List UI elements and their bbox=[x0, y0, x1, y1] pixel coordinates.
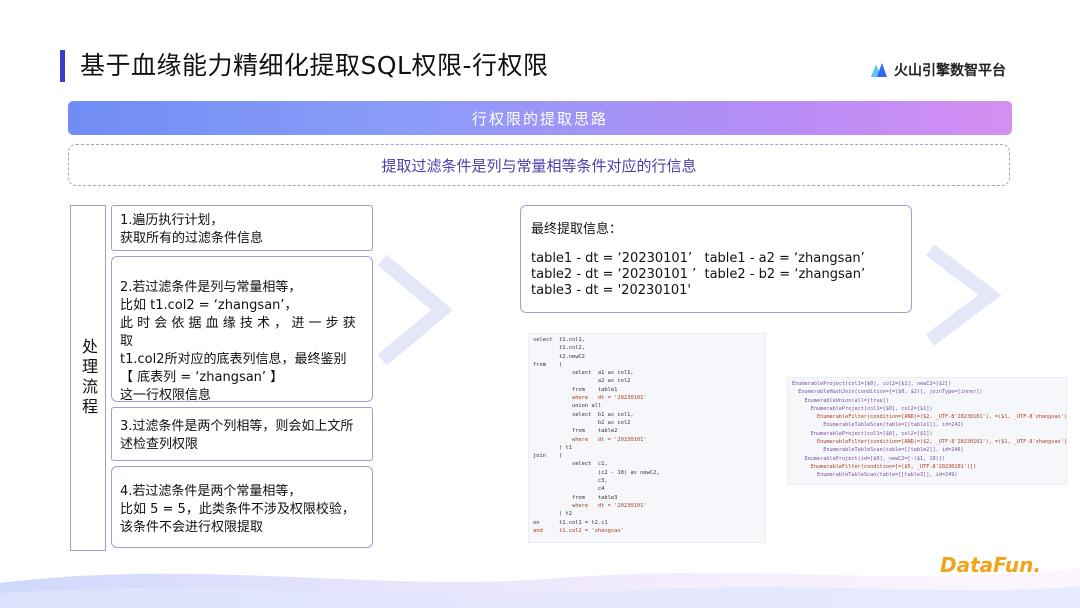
plan-code-line: EnumerableHashJoin(condition=[=($0, $2)]… bbox=[792, 389, 983, 396]
sql-code-line: c4 bbox=[533, 486, 605, 493]
sql-code-block: select t1.col1, t1.col2, t2.newC2 from ( … bbox=[528, 333, 766, 543]
chevron-decoration-left bbox=[377, 254, 453, 366]
sql-code-line: union all bbox=[533, 403, 602, 410]
chevron-decoration-right bbox=[925, 244, 1002, 346]
plan-code-line: EnumerableUnion(all=[true]) bbox=[792, 397, 889, 404]
plan-code-line: EnumerableFilter(condition=[AND(=($2, _U… bbox=[792, 414, 1067, 421]
bottom-wave-decoration bbox=[0, 568, 1080, 608]
plan-code-line: EnumerableProject(col1=[$0], col2=[$1]) bbox=[792, 430, 933, 437]
sql-code-line: (c2 - 10) as newC2, bbox=[533, 469, 660, 476]
volcano-logo-icon bbox=[871, 63, 887, 77]
process-step-4: 4.若过滤条件是两个常量相等， 比如 5 = 5，此类条件不涉及权限校验， 该条… bbox=[111, 466, 373, 548]
final-info-line-2: table2 - dt = ‘20230101 ’ table2 - b2 = … bbox=[531, 267, 866, 282]
sql-code-line: and t1.col2 = 'zhangsan' bbox=[533, 527, 624, 534]
plan-code-line: EnumerableTableScan(table=[[table1]], id… bbox=[792, 422, 964, 429]
sql-code-line: select c1, bbox=[533, 461, 608, 468]
sql-code-line: t1.col2, bbox=[533, 345, 585, 352]
sql-code-line: a2 as col2 bbox=[533, 378, 631, 385]
plan-code-line: EnumerableProject(col1=[$0], col2=[$1]) bbox=[792, 405, 933, 412]
sql-code-line: select t1.col1, bbox=[533, 337, 585, 343]
sql-code-line: from table1 bbox=[533, 386, 618, 393]
datafun-logo: DataFun. bbox=[940, 553, 1041, 577]
plan-code-line: EnumerableTableScan(table=[[table2]], id… bbox=[792, 447, 964, 454]
datafun-logo-text: DataFun. bbox=[940, 553, 1041, 577]
plan-code-line: EnumerableFilter(condition=[=($5, _UTF-8… bbox=[792, 463, 977, 470]
subtitle-box: 提取过滤条件是列与常量相等条件对应的行信息 bbox=[68, 144, 1010, 186]
sql-code-line: select b1 as col1, bbox=[533, 411, 634, 418]
process-label: 处理流程 bbox=[70, 205, 106, 551]
sql-code-line: from table2 bbox=[533, 428, 618, 435]
plan-code-line: EnumerableProject(id=[$0], newC2=[-($1, … bbox=[792, 455, 946, 462]
process-step-2: 2.若过滤条件是列与常量相等， 比如 t1.col2 = ‘zhangsan’，… bbox=[111, 256, 373, 403]
sql-code-line: join ( bbox=[533, 453, 563, 460]
brand-name: 火山引擎数智平台 bbox=[894, 63, 1006, 79]
brand-logo: 火山引擎数智平台 bbox=[870, 60, 1006, 80]
execution-plan-block: EnumerableProject(col1=[$0], col2=[$1], … bbox=[787, 377, 1067, 485]
plan-code-line: EnumerableProject(col1=[$0], col2=[$1], … bbox=[792, 381, 952, 387]
final-info-title: 最终提取信息： bbox=[531, 222, 623, 237]
sql-code-line: where dt = '20230101' bbox=[533, 436, 647, 443]
plan-code-line: EnumerableTableScan(table=[[table3]], id… bbox=[792, 472, 958, 479]
sql-code-line: ) t2 bbox=[533, 511, 572, 518]
sql-code-line: where dt = '20230101' bbox=[533, 395, 647, 402]
page-title: 基于血缘能力精细化提取SQL权限-行权限 bbox=[80, 51, 549, 80]
process-step-1: 1.遍历执行计划， 获取所有的过滤条件信息 bbox=[111, 205, 373, 251]
sql-code-line: b2 as col2 bbox=[533, 419, 631, 426]
final-info-line-3: table3 - dt = '20230101' bbox=[531, 283, 691, 298]
sql-code-line: where dt = '20230101' bbox=[533, 502, 647, 509]
sql-code-line: t2.newC2 bbox=[533, 353, 585, 360]
sql-code-line: c3, bbox=[533, 478, 608, 485]
plan-code-line: EnumerableFilter(condition=[AND(=($2, _U… bbox=[792, 439, 1067, 446]
process-step-3: 3.过滤条件是两个列相等，则会如上文所 述检查列权限 bbox=[111, 407, 373, 461]
section-banner: 行权限的提取思路 bbox=[68, 101, 1012, 135]
sql-code-line: from table3 bbox=[533, 494, 618, 501]
final-info-line-1: table1 - dt = ‘20230101’ table1 - a2 = ‘… bbox=[531, 251, 865, 266]
sql-code-line: on t1.col1 = t2.c1 bbox=[533, 519, 608, 526]
sql-code-line: from ( bbox=[533, 361, 563, 368]
sql-code-line: select a1 as col1, bbox=[533, 370, 634, 377]
process-label-text: 处理流程 bbox=[79, 338, 98, 418]
sql-code-line: ) t1 bbox=[533, 444, 572, 451]
final-info-box: 最终提取信息： table1 - dt = ‘20230101’ table1 … bbox=[520, 205, 912, 313]
title-accent-bar bbox=[60, 50, 65, 82]
